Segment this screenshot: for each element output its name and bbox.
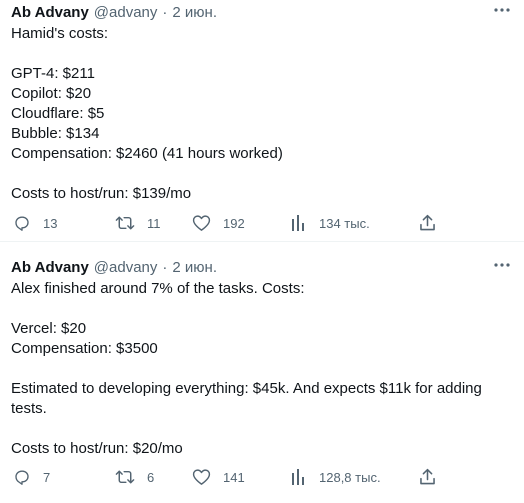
tweet-text-line: Vercel: $20 — [11, 320, 87, 337]
views-count: 134 тыс. — [319, 215, 370, 231]
reply-count: 13 — [43, 215, 58, 231]
share-button[interactable] — [419, 465, 436, 489]
tweet-header: Ab Advany @advany · 2 июн. — [11, 0, 514, 24]
tweet-text: Alex finished around 7% of the tasks. Co… — [11, 279, 514, 459]
tweet-text-blank-line — [11, 359, 514, 379]
retweet-count: 11 — [147, 215, 161, 231]
tweet[interactable]: Ab Advany @advany · 2 июн. Hamid's costs… — [0, 0, 524, 242]
share-icon — [420, 468, 435, 485]
separator-dot: · — [162, 3, 168, 21]
tweet-text-line: Compensation: $2460 (41 hours worked) — [11, 145, 283, 162]
author-handle[interactable]: @advany — [94, 4, 158, 21]
retweet-button[interactable]: 6 — [115, 465, 154, 489]
author-name[interactable]: Ab Advany — [11, 259, 89, 276]
tweet-text-blank-line — [11, 164, 514, 184]
tweet-text-line: Bubble: $134 — [11, 125, 100, 142]
like-button[interactable]: 192 — [192, 211, 245, 235]
author-handle[interactable]: @advany — [94, 259, 158, 276]
more-options-button[interactable] — [492, 257, 512, 273]
views-button[interactable]: 128,8 тыс. — [291, 465, 381, 489]
views-count: 128,8 тыс. — [319, 469, 381, 485]
tweet-text-blank-line — [11, 44, 514, 64]
tweet-text-line: Copilot: $20 — [11, 85, 92, 102]
reply-icon — [15, 470, 29, 485]
reply-count: 7 — [43, 469, 51, 485]
tweet-text-line: Costs to host/run: $20/mo — [11, 440, 183, 457]
like-count: 192 — [223, 215, 245, 231]
retweet-button[interactable]: 11 — [115, 211, 161, 235]
tweet[interactable]: Ab Advany @advany · 2 июн. Alex finished… — [0, 243, 524, 503]
retweet-icon — [115, 470, 135, 484]
more-options-button[interactable] — [492, 2, 512, 18]
tweet-text-line: Hamid's costs: — [11, 25, 109, 42]
author-name[interactable]: Ab Advany — [11, 4, 89, 21]
separator-dot: · — [162, 258, 168, 276]
tweet-header: Ab Advany @advany · 2 июн. — [11, 255, 514, 279]
more-horizontal-icon — [494, 8, 510, 12]
tweet-text-line: Cloudflare: $5 — [11, 105, 105, 122]
share-button[interactable] — [419, 211, 436, 235]
tweet-date[interactable]: 2 июн. — [172, 259, 217, 276]
tweet-text-line: Costs to host/run: $139/mo — [11, 185, 192, 202]
more-horizontal-icon — [494, 263, 510, 267]
tweet-text-line: GPT-4: $211 — [11, 65, 95, 82]
heart-icon — [192, 469, 211, 485]
tweet-text-line: Estimated to developing everything: $45k… — [11, 380, 482, 417]
tweet-actions: 13 11 192 134 тыс. — [11, 211, 451, 235]
tweet-text: Hamid's costs: GPT-4: $211 Copilot: $20 … — [11, 24, 514, 204]
reply-button[interactable]: 13 — [13, 211, 57, 235]
tweet-text-blank-line — [11, 419, 514, 439]
tweet-text-line: Alex finished around 7% of the tasks. Co… — [11, 280, 305, 297]
like-count: 141 — [223, 469, 245, 485]
tweet-text-blank-line — [11, 299, 514, 319]
views-chart-icon — [292, 469, 304, 485]
heart-icon — [192, 215, 211, 231]
reply-button[interactable]: 7 — [13, 465, 50, 489]
tweet-date[interactable]: 2 июн. — [172, 4, 217, 21]
retweet-icon — [115, 216, 135, 230]
share-icon — [420, 214, 435, 231]
tweet-actions: 7 6 141 128,8 тыс. — [11, 465, 451, 489]
retweet-count: 6 — [147, 469, 155, 485]
tweet-text-line: Compensation: $3500 — [11, 340, 158, 357]
reply-icon — [15, 216, 29, 231]
views-chart-icon — [292, 215, 304, 231]
views-button[interactable]: 134 тыс. — [291, 211, 370, 235]
like-button[interactable]: 141 — [192, 465, 245, 489]
